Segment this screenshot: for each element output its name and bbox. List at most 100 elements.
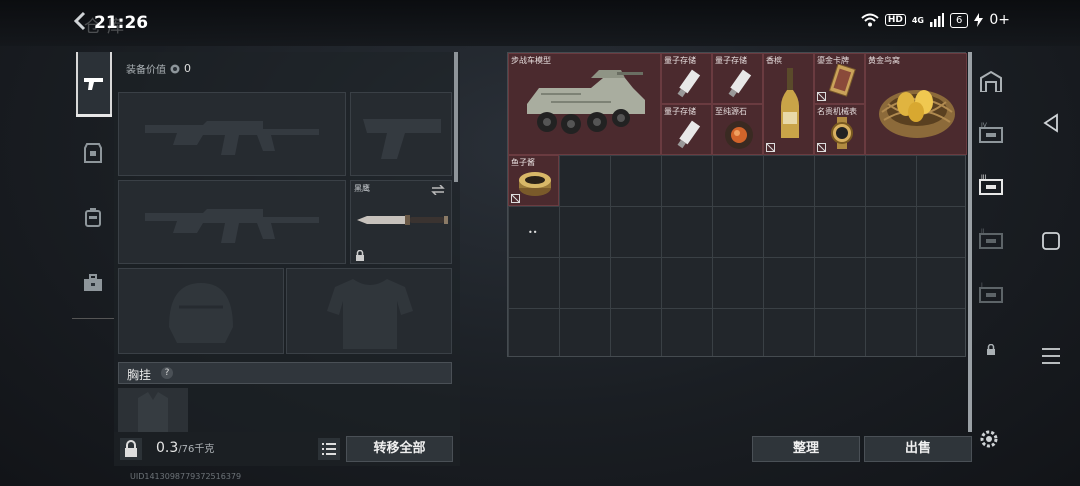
equipment-value-amount: 0	[184, 62, 191, 75]
playing-card-icon	[828, 64, 856, 97]
warehouse-icon	[980, 70, 1002, 92]
storage-tab-iv[interactable]: IV	[976, 118, 1006, 148]
nav-menu-icon[interactable]	[1040, 345, 1062, 367]
helmet-slot[interactable]	[118, 268, 284, 354]
inventory-grid[interactable]: 步战车模型 量子存储 量子存储 香槟 鎏金卡牌 黄金鸟窝 量子存储 至纯源石 名…	[507, 52, 967, 357]
chest-rig-label: 胸挂	[127, 368, 152, 382]
inventory-item[interactable]: 量子存储	[661, 104, 712, 155]
wristwatch-icon	[831, 117, 853, 149]
item-name: 鱼子酱	[511, 158, 535, 167]
inventory-item[interactable]: 鱼子酱	[508, 155, 559, 206]
back-arrow-icon[interactable]	[70, 10, 92, 32]
svg-text:III: III	[981, 174, 987, 181]
category-rail	[72, 52, 114, 322]
melee-slot[interactable]: 黑鹰	[350, 180, 452, 264]
gear-icon[interactable]	[978, 428, 1000, 450]
inventory-item[interactable]: 鎏金卡牌	[814, 53, 865, 104]
storage-tab-rail: IV III II I	[976, 52, 1006, 432]
sell-button[interactable]: 出售	[864, 436, 972, 462]
rail-divider	[72, 318, 114, 319]
equipment-value: 装备价值 0	[126, 61, 191, 76]
inventory-item[interactable]: 香槟	[763, 53, 814, 155]
svg-text:I: I	[981, 282, 983, 289]
inventory-item[interactable]: 步战车模型	[508, 53, 661, 155]
storage-tab-ii[interactable]: II	[976, 224, 1006, 254]
item-name: 黄金鸟窝	[868, 56, 900, 65]
storage-tab-iii[interactable]: III	[976, 170, 1006, 200]
secondary-weapon-slot[interactable]	[118, 180, 346, 264]
caviar-tin-icon	[519, 172, 551, 196]
inventory-item[interactable]: 至纯源石	[712, 104, 763, 155]
pistol-icon	[84, 78, 103, 90]
usb-drive-icon	[677, 120, 701, 149]
clock: 21:26	[94, 13, 149, 33]
system-nav-bar	[1020, 0, 1080, 486]
lock-icon	[987, 343, 995, 355]
equipment-value-label: 装备价值	[126, 65, 166, 76]
inventory-item[interactable]: 量子存储	[712, 53, 763, 104]
champagne-bottle-icon	[781, 68, 799, 138]
system-icons: HD 4G 6 0+	[861, 12, 1010, 28]
nav-back-icon[interactable]	[1040, 112, 1062, 134]
svg-text:IV: IV	[981, 122, 988, 129]
weight-current: 0.3	[156, 440, 179, 456]
footer-uid: UID14130987793725163​79	[70, 472, 470, 486]
no-insure-icon	[766, 143, 775, 152]
body-armor-slot[interactable]	[286, 268, 452, 354]
inventory-item[interactable]: 黄金鸟窝	[865, 53, 967, 155]
item-name: 名贵机械表	[817, 107, 857, 116]
signal-icon	[929, 13, 944, 27]
charging-icon	[974, 13, 984, 27]
inventory-item[interactable]: 量子存储	[661, 53, 712, 104]
no-insure-icon	[817, 143, 826, 152]
item-name: 香槟	[766, 56, 782, 65]
padlock-icon[interactable]	[120, 438, 142, 460]
storage-box-iv-icon: IV	[979, 122, 1003, 143]
item-name: 量子存储	[664, 107, 696, 116]
nav-home-icon[interactable]	[1040, 230, 1062, 252]
coin-icon	[170, 64, 180, 73]
list-view-button[interactable]	[318, 438, 340, 460]
signal-label: 4G	[911, 15, 924, 25]
storage-tab-warehouse[interactable]	[976, 66, 1006, 96]
helmet-placeholder-icon	[169, 283, 233, 343]
no-insure-icon	[511, 194, 520, 203]
weight-bar: 0.3/76千克 转移全部	[114, 432, 460, 466]
hd-icon: HD	[884, 14, 906, 26]
melee-label: 黑鹰	[354, 184, 370, 193]
status-bar: 仓库 21:26 HD 4G 6 0+	[0, 0, 1080, 46]
golden-nest-icon	[879, 90, 955, 138]
storage-tab-locked[interactable]	[976, 334, 1006, 364]
equipment-scrollbar[interactable]	[454, 52, 458, 182]
inventory-scrollbar[interactable]	[968, 52, 972, 432]
rifle-placeholder-icon	[145, 209, 319, 243]
weight-readout: 0.3/76千克	[156, 440, 214, 456]
briefcase-icon	[84, 274, 102, 291]
storage-tab-i[interactable]: I	[976, 278, 1006, 308]
transfer-all-button[interactable]: 转移全部	[346, 436, 453, 462]
vest-placeholder-icon	[138, 392, 168, 432]
storage-box-ii-icon: II	[979, 228, 1003, 249]
usb-drive-icon	[677, 69, 701, 98]
knife-icon	[357, 215, 448, 225]
pistol-placeholder-icon	[363, 119, 441, 159]
sort-button[interactable]: 整理	[752, 436, 860, 462]
swap-icon[interactable]	[431, 185, 445, 195]
item-name: 量子存储	[715, 56, 747, 65]
chest-rig-slot[interactable]	[118, 388, 188, 436]
item-name: 量子存储	[664, 56, 696, 65]
equipment-panel: 装备价值 0 黑鹰 胸挂 ?	[114, 52, 460, 462]
chest-rig-header: 胸挂 ?	[118, 362, 452, 384]
inventory-item[interactable]: 名贵机械表	[814, 104, 865, 155]
no-insure-icon	[817, 92, 826, 101]
primary-weapon-slot[interactable]	[118, 92, 346, 176]
sidearm-slot[interactable]	[350, 92, 452, 176]
rail-tab-case[interactable]	[76, 266, 110, 300]
help-icon[interactable]: ?	[161, 367, 173, 379]
rail-tab-backpack[interactable]	[76, 200, 110, 234]
rail-tab-armor[interactable]	[76, 136, 110, 170]
rail-tab-weapons[interactable]	[76, 52, 112, 116]
storage-box-i-icon: I	[979, 282, 1003, 303]
armored-vehicle-icon	[527, 70, 645, 134]
rifle-placeholder-icon	[145, 121, 319, 155]
